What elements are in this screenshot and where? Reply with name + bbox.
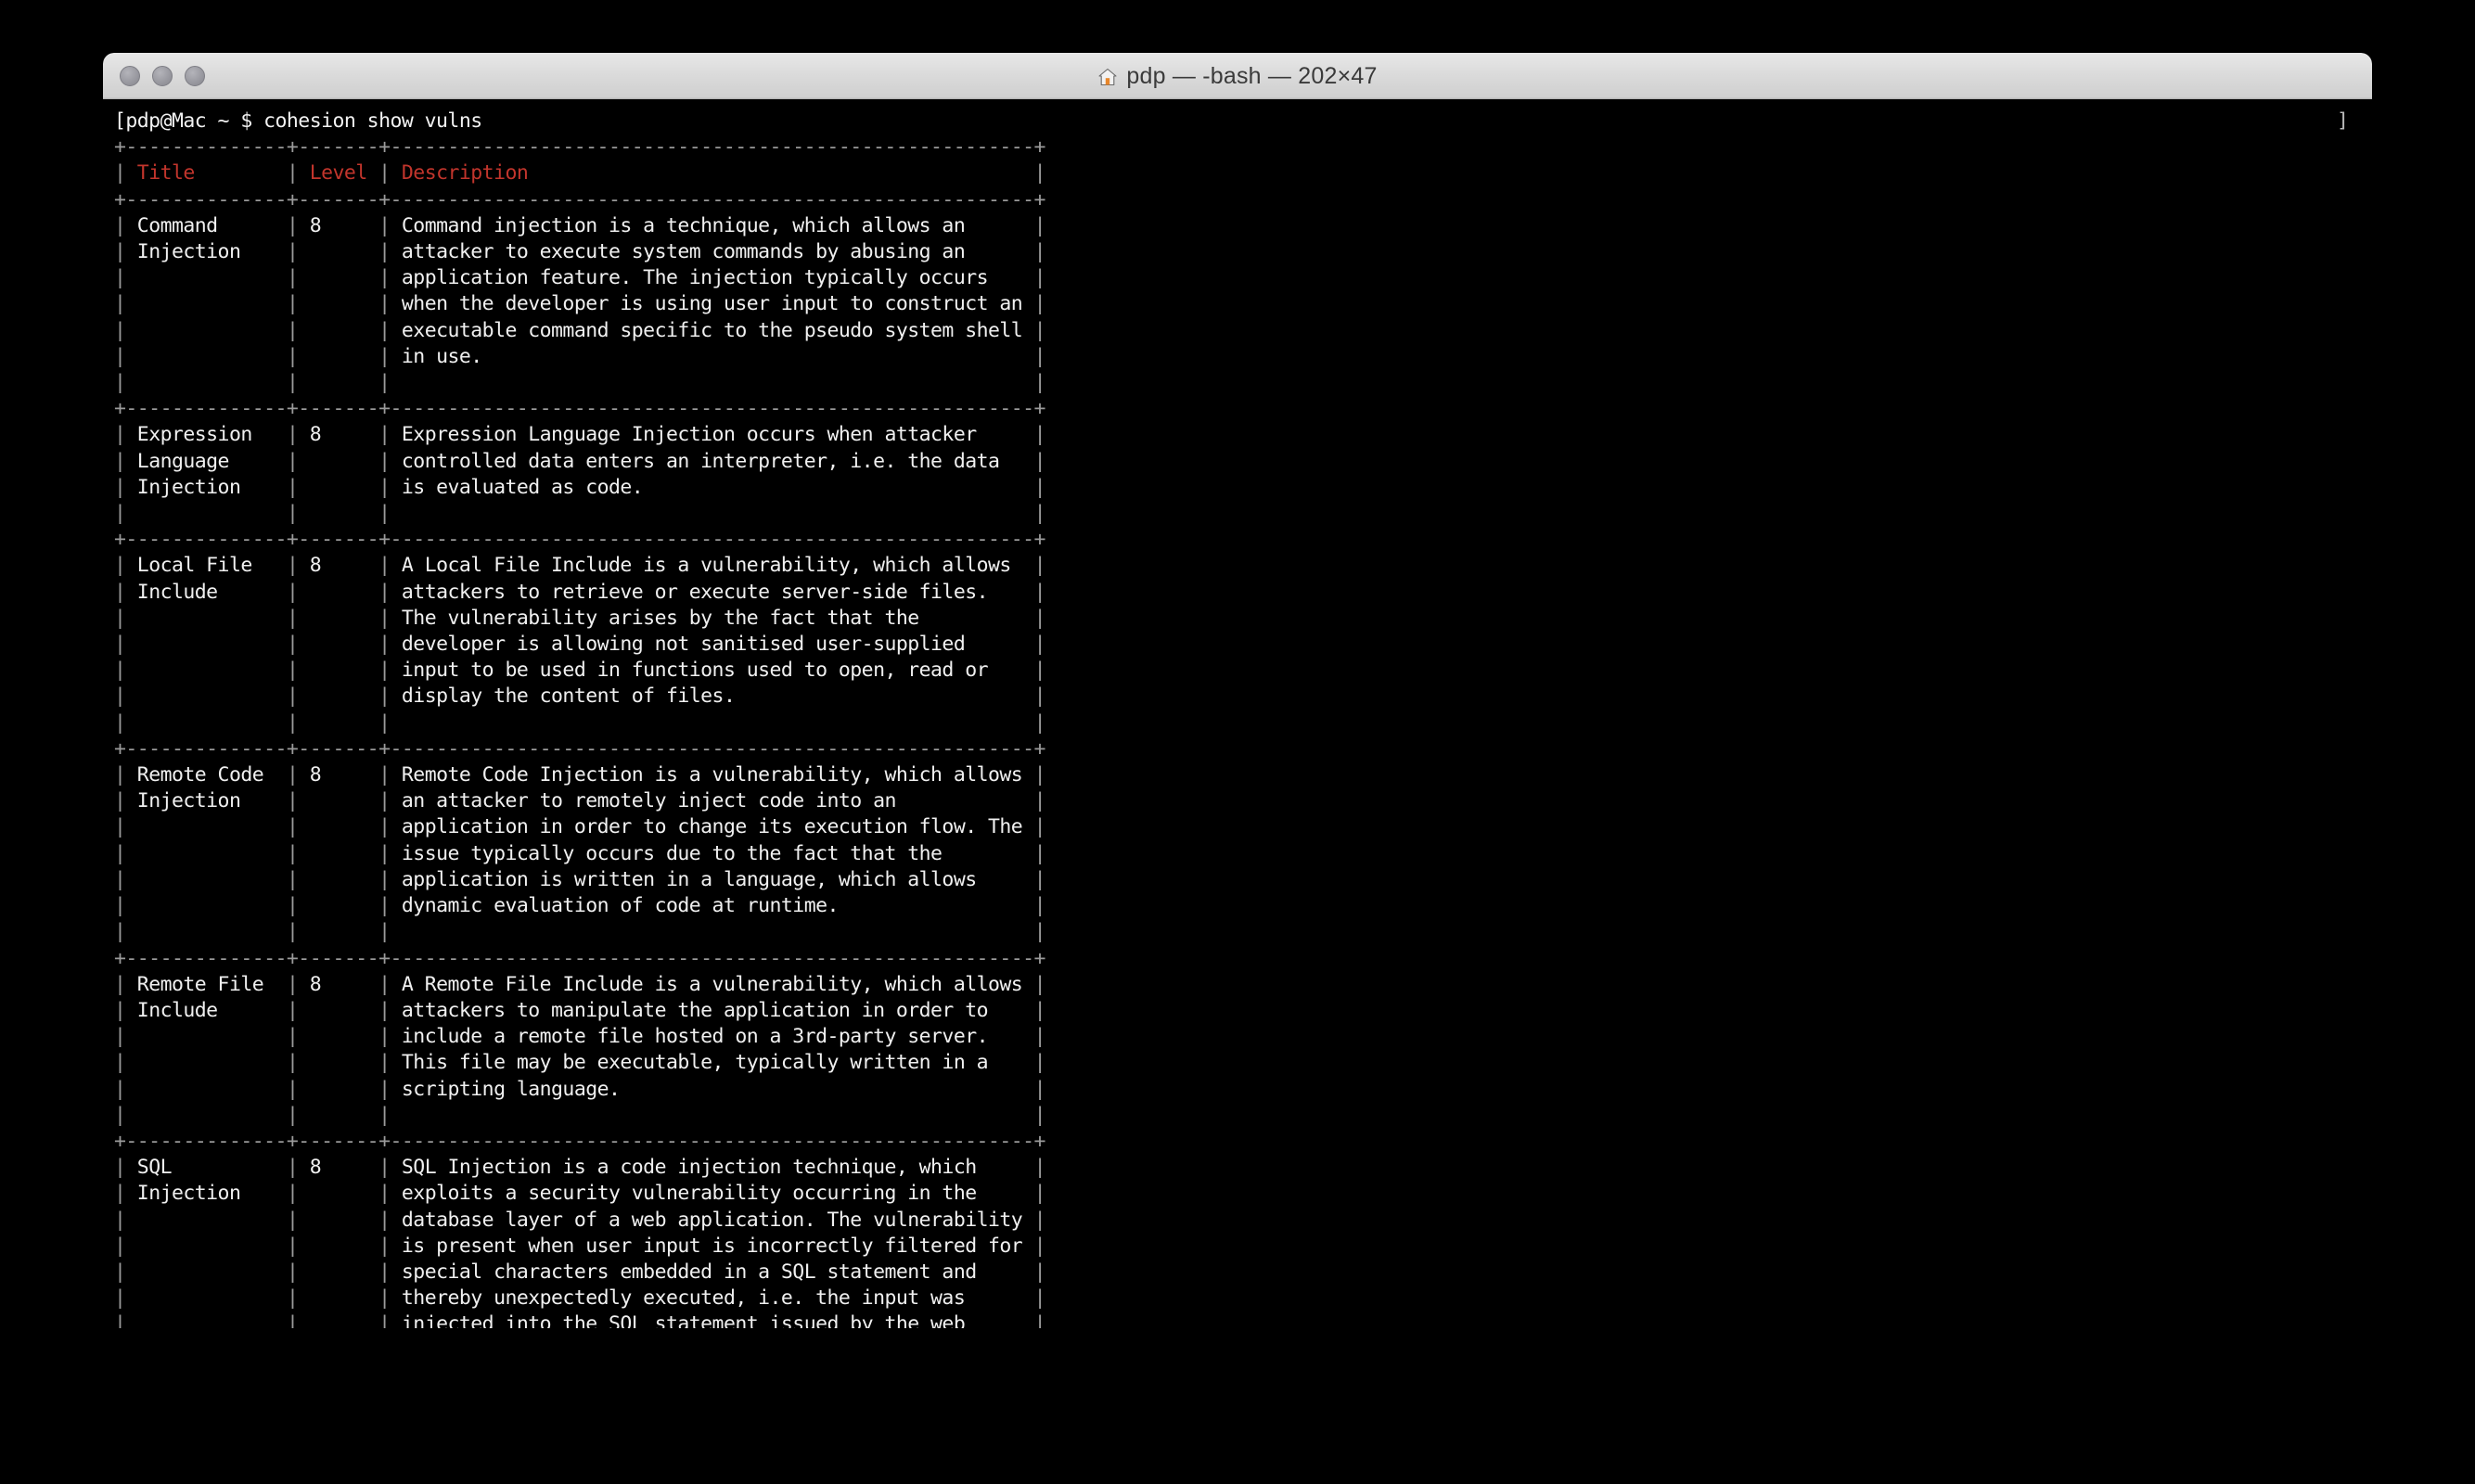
vulnerability-table: +--------------+-------+----------------… xyxy=(114,135,1046,1328)
close-button[interactable] xyxy=(120,66,140,86)
window-title-text: pdp — -bash — 202×47 xyxy=(1126,62,1378,89)
terminal-window: pdp — -bash — 202×47 [pdp@Mac ~ $ cohesi… xyxy=(103,53,2372,1328)
house-icon xyxy=(1097,67,1118,87)
zoom-button[interactable] xyxy=(185,66,205,86)
window-titlebar[interactable]: pdp — -bash — 202×47 xyxy=(103,53,2372,100)
bracketed-paste-marker: ] xyxy=(2337,109,2349,133)
minimize-button[interactable] xyxy=(152,66,173,86)
window-title: pdp — -bash — 202×47 xyxy=(1097,62,1378,89)
desktop-background: pdp — -bash — 202×47 [pdp@Mac ~ $ cohesi… xyxy=(0,0,2475,1484)
terminal-screen[interactable]: [pdp@Mac ~ $ cohesion show vulns] +-----… xyxy=(103,99,2372,1328)
shell-prompt-text: [pdp@Mac ~ $ cohesion show vulns xyxy=(114,109,482,133)
shell-prompt-line: [pdp@Mac ~ $ cohesion show vulns] xyxy=(114,109,2372,134)
window-traffic-lights xyxy=(120,53,205,99)
